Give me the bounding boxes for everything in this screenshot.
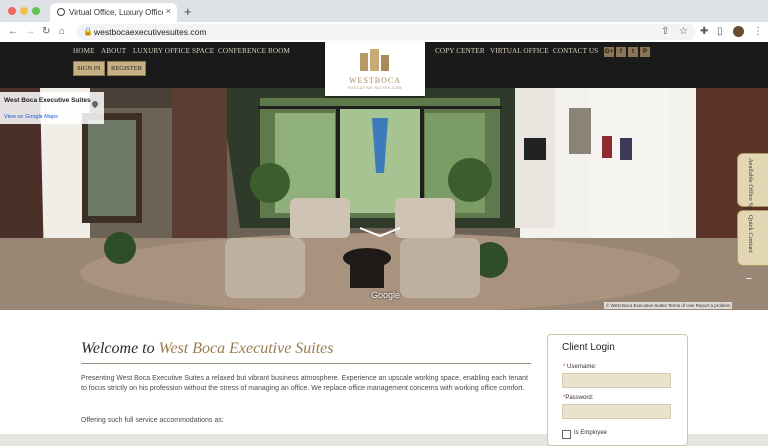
welcome-accent: West Boca Executive Suites: [158, 340, 334, 357]
logo-name: WESTBOCA: [349, 76, 401, 85]
facebook-icon[interactable]: f: [616, 47, 626, 57]
username-label: * Username:: [563, 364, 596, 370]
nav-conference-room[interactable]: CONFERENCE ROOM: [218, 47, 290, 55]
menu-icon[interactable]: ⋮: [753, 26, 763, 37]
sign-in-button[interactable]: SIGN IN: [73, 61, 105, 76]
logo-subtitle: EXECUTIVE SUITES.COM: [348, 86, 402, 90]
quick-contact-label: Quick Contact: [747, 215, 754, 253]
title-divider: [81, 363, 531, 364]
nav-luxury-office-space[interactable]: LUXURY OFFICE SPACE: [133, 47, 214, 55]
street-view-panorama[interactable]: [0, 88, 768, 310]
password-field[interactable]: [562, 404, 671, 419]
nav-contact-us[interactable]: CONTACT US: [553, 47, 598, 55]
site-logo[interactable]: WESTBOCA EXECUTIVE SUITES.COM: [325, 42, 425, 96]
profile-avatar[interactable]: [733, 26, 744, 37]
is-employee-checkbox[interactable]: [562, 430, 571, 439]
register-button[interactable]: REGISTER: [107, 61, 147, 76]
map-attribution[interactable]: © West Boca Executive Suites Terms of Us…: [604, 302, 733, 309]
address-bar: ← → ↻ ⌂ 🔒 westbocaexecutivesuites.com ⇧ …: [0, 22, 768, 43]
required-mark: *: [563, 364, 566, 370]
nav-about[interactable]: ABOUT: [101, 47, 126, 55]
password-label: *Password:: [563, 395, 593, 401]
nav-copy-center[interactable]: COPY CENTER: [435, 47, 485, 55]
lobby-photo: [0, 88, 768, 310]
browser-tabstrip: Virtual Office, Luxury Office, M × +: [0, 0, 768, 22]
twitter-icon[interactable]: t: [628, 47, 638, 57]
tab-title: Virtual Office, Luxury Office, M: [69, 8, 163, 17]
side-panel-icon[interactable]: ▯: [717, 26, 723, 37]
nav-virtual-office[interactable]: VIRTUAL OFFICE: [490, 47, 549, 55]
lock-icon: 🔒: [83, 27, 93, 36]
login-title: Client Login: [562, 342, 615, 353]
globe-icon: [57, 8, 65, 16]
tab-close-icon[interactable]: ×: [166, 6, 171, 16]
username-field[interactable]: [562, 373, 671, 388]
intro-paragraph: Presenting West Boca Executive Suites a …: [81, 375, 528, 392]
view-on-google-maps-link[interactable]: View on Google Maps: [4, 114, 58, 120]
place-card: West Boca Executive Suites View on Googl…: [0, 92, 104, 124]
quick-contact-tab[interactable]: Quick Contact: [737, 210, 768, 266]
url-field[interactable]: 🔒 westbocaexecutivesuites.com: [76, 24, 696, 40]
share-icon[interactable]: ⇧: [661, 26, 669, 37]
google-plus-icon[interactable]: G+: [604, 47, 614, 57]
maximize-window-dot[interactable]: [32, 7, 40, 15]
url-text: westbocaexecutivesuites.com: [94, 27, 207, 37]
back-icon[interactable]: ←: [8, 26, 18, 37]
zoom-out-button[interactable]: −: [743, 273, 755, 285]
nav-home[interactable]: HOME: [73, 47, 95, 55]
minimize-window-dot[interactable]: [20, 7, 28, 15]
page-title: Welcome to West Boca Executive Suites: [81, 340, 334, 358]
browser-tab[interactable]: Virtual Office, Luxury Office, M ×: [50, 3, 177, 22]
username-label-text: Username:: [567, 364, 597, 370]
new-tab-button[interactable]: +: [184, 4, 192, 19]
offering-text: Offering such full service accommodation…: [81, 417, 224, 424]
extensions-icon[interactable]: ✚: [700, 26, 708, 37]
reload-icon[interactable]: ↻: [42, 26, 50, 37]
google-watermark: Google: [371, 290, 401, 300]
forward-icon[interactable]: →: [25, 26, 35, 37]
password-label-text: Password:: [565, 395, 594, 401]
buildings-logo-icon: [360, 49, 389, 71]
client-login-panel: Client Login * Username: *Password: Is E…: [547, 334, 688, 446]
available-office-space-tab[interactable]: Available Office Space: [737, 153, 768, 218]
is-employee-label: Is Employee: [574, 430, 608, 436]
place-name: West Boca Executive Suites: [4, 97, 91, 104]
bookmark-star-icon[interactable]: ☆: [679, 26, 688, 37]
welcome-prefix: Welcome to: [81, 340, 159, 357]
home-icon[interactable]: ⌂: [59, 26, 65, 37]
close-window-dot[interactable]: [8, 7, 16, 15]
pinterest-icon[interactable]: P: [640, 47, 650, 57]
